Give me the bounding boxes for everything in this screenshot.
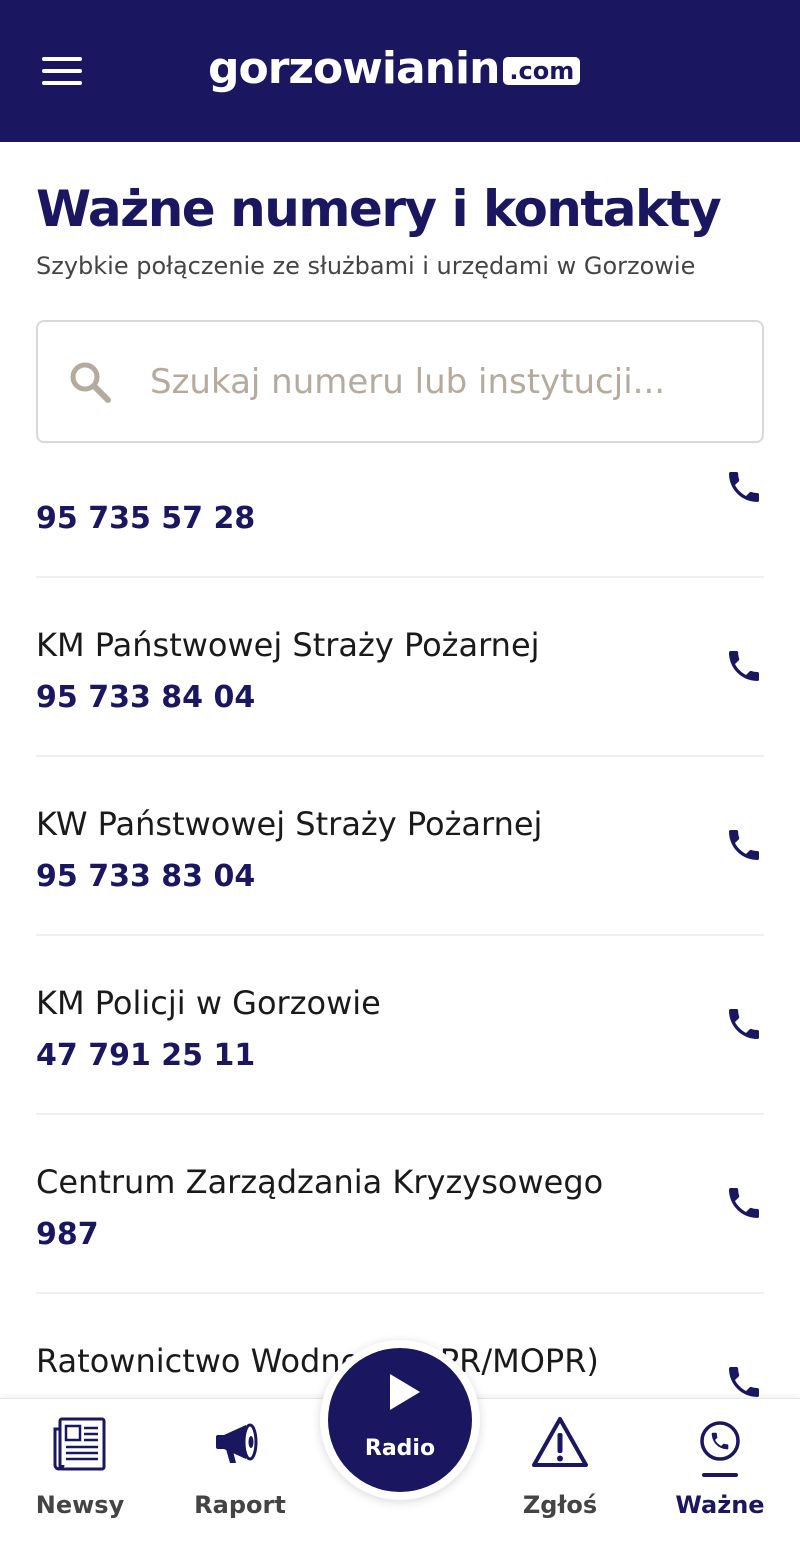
top-app-bar: gorzowianin .com [0,0,800,142]
contact-name: KM Policji w Gorzowie [36,984,381,1022]
warning-icon [532,1417,588,1467]
contact-number[interactable]: 95 735 57 28 [36,501,255,536]
nav-label-newsy: Newsy [35,1491,125,1519]
nav-item-raport[interactable]: Raport [160,1399,320,1544]
nav-label-zglos: Zgłoś [522,1491,598,1519]
contacts-list[interactable]: 95 735 57 28 KM Państwowej Straży Pożarn… [0,446,800,1398]
phone-circle-icon [700,1421,740,1461]
radio-play-button[interactable]: Radio [320,1340,480,1500]
logo-tld-badge: .com [503,57,581,85]
contact-name: KW Państwowej Straży Pożarnej [36,805,543,843]
radio-label: Radio [364,1436,436,1461]
newspaper-icon [53,1417,106,1471]
page-title: Ważne numery i kontakty [36,180,722,238]
contact-item[interactable]: KW Państwowej Straży Pożarnej 95 733 83 … [36,757,764,936]
app-logo[interactable]: gorzowianin .com [208,40,581,96]
nav-item-zglos[interactable]: Zgłoś [480,1399,640,1544]
radio-button-face: Radio [328,1348,472,1492]
contact-item[interactable]: Centrum Zarządzania Kryzysowego 987 [36,1115,764,1294]
nav-item-newsy[interactable]: Newsy [0,1399,160,1544]
phone-icon[interactable] [724,825,764,865]
hamburger-menu-icon[interactable] [40,55,84,87]
contact-name: Ratownictwo Wodne (WOPR/MOPR) [36,1342,599,1380]
active-tab-indicator [702,1473,738,1477]
contact-name: Centrum Zarządzania Kryzysowego [36,1163,604,1201]
page-subtitle: Szybkie połączenie ze służbami i urzędam… [36,252,696,280]
contact-item[interactable]: 95 735 57 28 [36,446,764,578]
contact-number[interactable]: 987 [36,1217,99,1252]
contact-number[interactable]: 95 733 84 04 [36,680,255,715]
logo-text: gorzowianin [208,42,500,94]
contact-item[interactable]: KM Policji w Gorzowie 47 791 25 11 [36,936,764,1115]
search-icon [70,362,111,403]
nav-label-raport: Raport [194,1491,286,1519]
contact-number[interactable]: 95 733 83 04 [36,859,255,894]
contact-item[interactable]: KM Państwowej Straży Pożarnej 95 733 84 … [36,578,764,757]
contact-number[interactable]: 47 791 25 11 [36,1038,255,1073]
nav-label-wazne: Ważne [675,1491,765,1519]
phone-icon[interactable] [724,1362,764,1398]
megaphone-icon [216,1423,258,1463]
nav-item-wazne[interactable]: Ważne [640,1399,800,1544]
search-input[interactable] [150,350,730,414]
phone-icon[interactable] [724,1004,764,1044]
contact-name: KM Państwowej Straży Pożarnej [36,626,540,664]
phone-icon[interactable] [724,1183,764,1223]
phone-icon[interactable] [724,467,764,507]
search-box[interactable] [36,320,764,443]
play-icon [390,1374,420,1410]
phone-icon[interactable] [724,646,764,686]
